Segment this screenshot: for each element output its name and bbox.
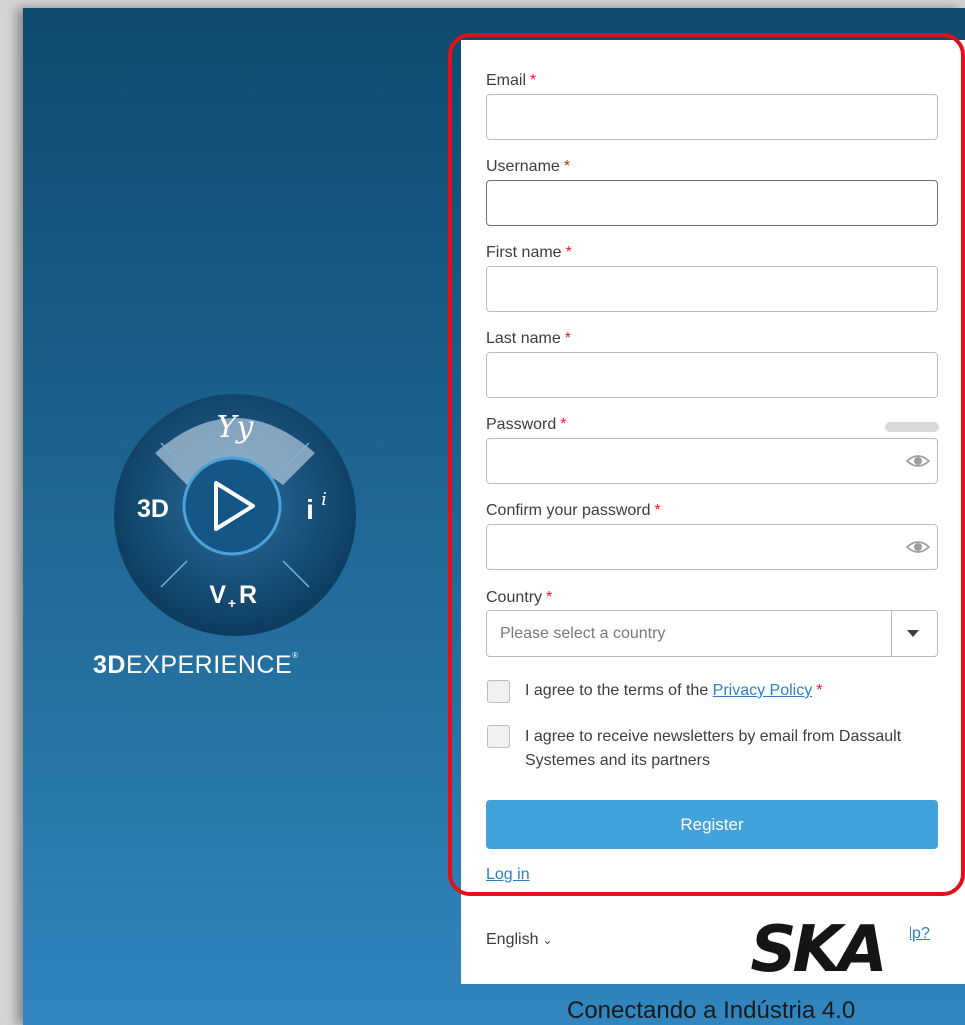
last-name-label-text: Last name [486,330,561,347]
password-label-text: Password [486,416,557,433]
username-label-text: Username [486,158,560,175]
privacy-policy-checkbox[interactable] [487,680,510,703]
compass-3d-label: 3D [137,495,169,523]
ska-tagline: Conectando a Indústria 4.0 [567,997,856,1024]
required-mark: * [546,589,553,606]
wordmark-prefix: 3D [93,651,126,679]
required-mark: * [530,72,537,89]
show-password-eye-icon[interactable] [906,453,930,469]
required-mark: * [654,502,661,519]
password-strength-meter [885,422,939,432]
ska-logo: SKA [725,915,910,977]
email-label: Email * [486,72,536,90]
privacy-prefix: I agree to the terms of the [525,682,713,699]
country-select[interactable]: Please select a country [486,610,938,657]
required-mark: * [816,682,823,699]
3dexperience-compass-logo: Yy 3D i i V + R [113,393,358,638]
log-in-link[interactable]: Log in [486,866,530,884]
newsletter-text: I agree to receive newsletters by email … [525,725,901,773]
username-field[interactable] [486,180,938,226]
register-button[interactable]: Register [486,800,938,849]
registered-mark: ® [292,651,299,660]
password-field[interactable] [486,438,938,484]
username-label: Username * [486,158,570,176]
select-divider [891,611,892,656]
privacy-policy-text: I agree to the terms of the Privacy Poli… [525,679,822,703]
chevron-down-icon[interactable] [907,630,919,637]
first-name-label-text: First name [486,244,562,261]
compass-r-label: R [239,581,257,609]
password-label: Password * [486,416,566,434]
privacy-policy-link[interactable]: Privacy Policy [713,682,813,699]
last-name-label: Last name * [486,330,571,348]
email-field[interactable] [486,94,938,140]
required-mark: * [564,330,571,347]
compass-i-sup: i [321,489,327,510]
country-placeholder: Please select a country [500,625,666,642]
language-selector[interactable]: English ⌄ [486,931,553,949]
compass-top-symbol: Yy [217,410,255,445]
wordmark-name: EXPERIENCE [125,651,293,679]
confirm-password-field[interactable] [486,524,938,570]
confirm-password-label-text: Confirm your password [486,502,651,519]
country-label-text: Country [486,589,543,606]
required-mark: * [560,416,567,433]
chevron-down-icon: ⌄ [542,933,553,947]
first-name-label: First name * [486,244,572,262]
compass-i-label: i [306,494,314,525]
required-mark: * [565,244,572,261]
show-confirm-password-eye-icon[interactable] [906,539,930,555]
compass-plus-label: + [228,595,236,611]
last-name-field[interactable] [486,352,938,398]
3dexperience-wordmark: 3DEXPERIENCE® [93,651,353,680]
ska-logo-text: SKA [750,915,883,977]
email-label-text: Email [486,72,527,89]
required-mark: * [563,158,571,175]
country-label: Country * [486,589,552,607]
newsletter-line-2: Systemes and its partners [525,752,710,769]
confirm-password-label: Confirm your password * [486,502,661,520]
language-label: English [486,931,539,948]
first-name-field[interactable] [486,266,938,312]
compass-v-label: V [209,581,226,609]
newsletter-checkbox[interactable] [487,725,510,748]
newsletter-line-1: I agree to receive newsletters by email … [525,728,902,745]
